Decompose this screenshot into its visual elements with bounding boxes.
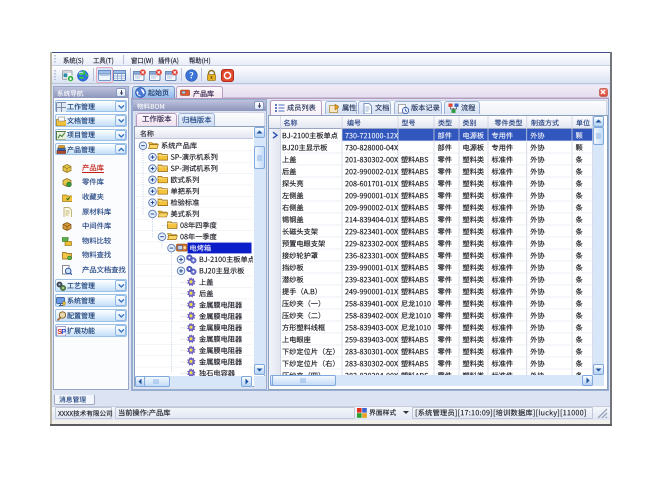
svg-text:?: ? — [189, 71, 194, 81]
svg-text:P: P — [61, 327, 66, 336]
